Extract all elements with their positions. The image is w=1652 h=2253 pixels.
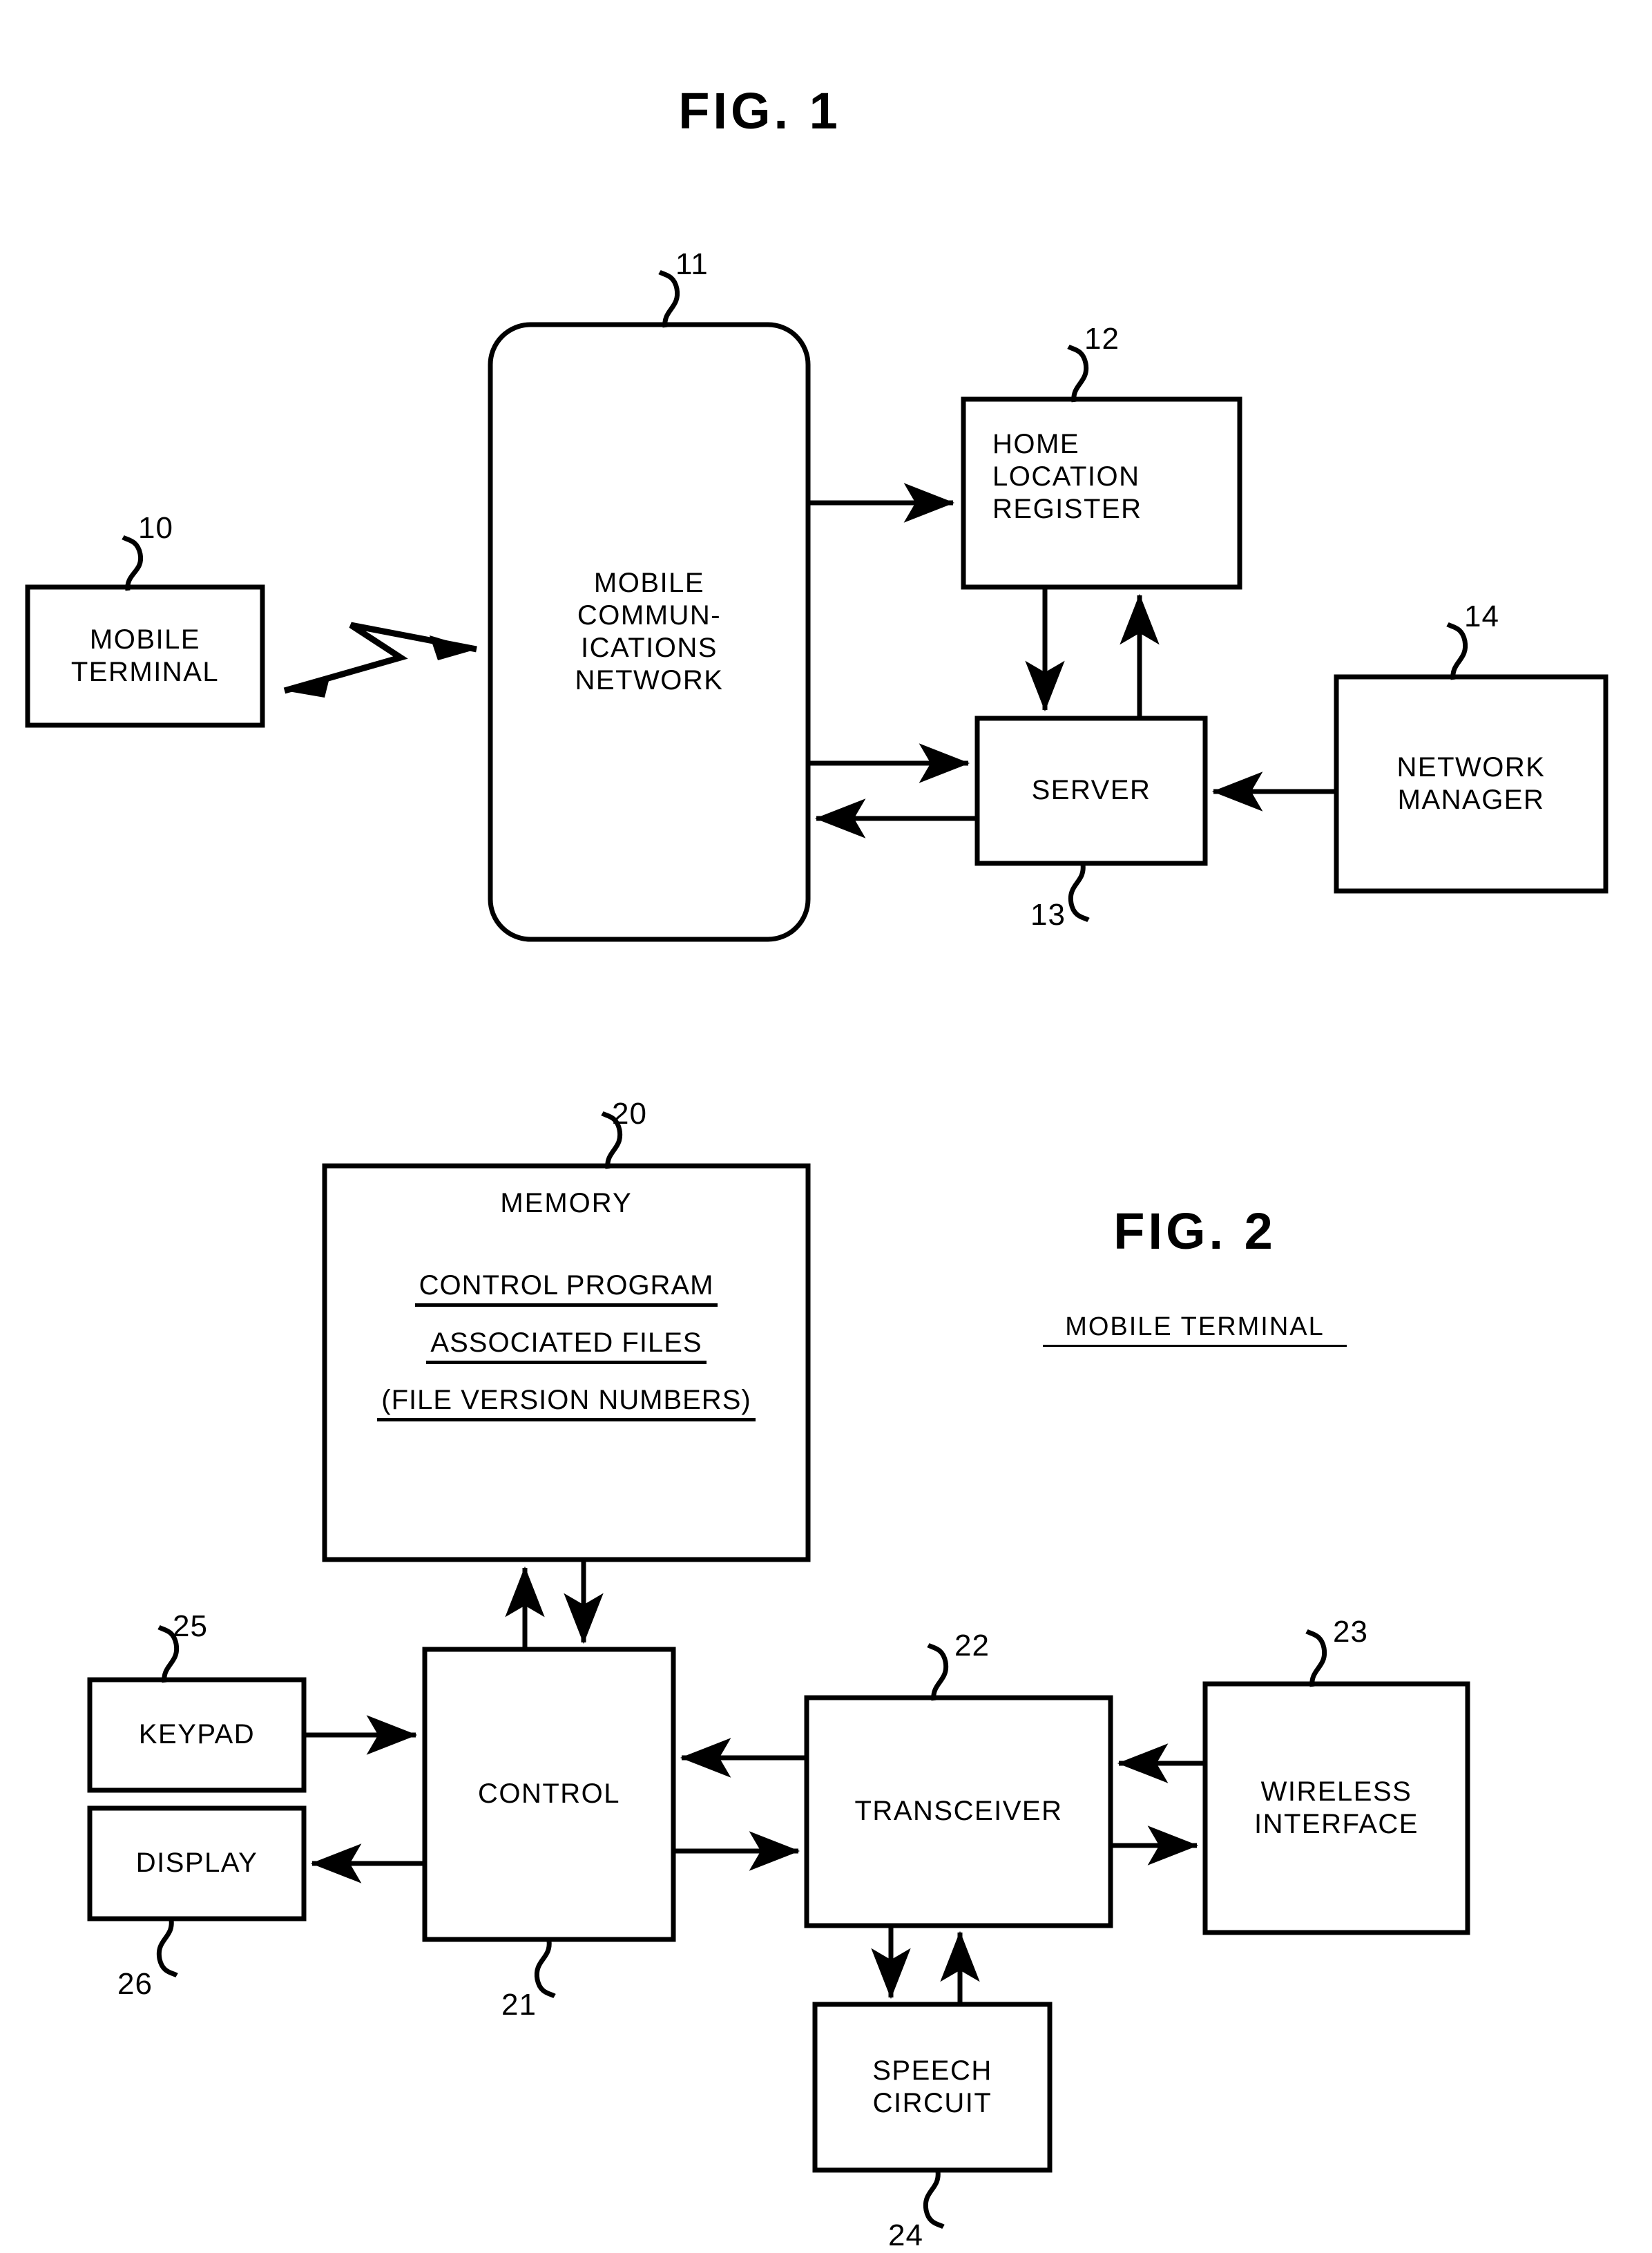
ref-number-24: 24 bbox=[888, 2218, 923, 2252]
ref-number-10: 10 bbox=[138, 511, 173, 545]
ref-number-13: 13 bbox=[1030, 898, 1066, 932]
node-memory: MEMORY CONTROL PROGRAM ASSOCIATED FILES … bbox=[325, 1166, 808, 1560]
figure-2-title: FIG. 2 bbox=[1113, 1202, 1276, 1260]
display-label: DISPLAY bbox=[135, 1848, 258, 1879]
node-mobile-communications-network: MOBILE COMMUN- ICATIONS NETWORK bbox=[490, 325, 808, 939]
network-label-line-3: ICATIONS bbox=[581, 633, 718, 663]
figure-2-subtitle: MOBILE TERMINAL bbox=[1043, 1312, 1347, 1347]
hlr-label-line-3: REGISTER bbox=[992, 494, 1142, 525]
hlr-label-line-2: LOCATION bbox=[992, 461, 1140, 492]
node-display: DISPLAY bbox=[90, 1808, 304, 1919]
ref-number-21: 21 bbox=[501, 1988, 537, 2022]
network-manager-label-line-1: NETWORK bbox=[1396, 751, 1546, 783]
server-label: SERVER bbox=[1031, 775, 1151, 806]
keypad-label: KEYPAD bbox=[138, 1719, 256, 1750]
memory-title: MEMORY bbox=[500, 1188, 633, 1218]
node-speech-circuit: SPEECH CIRCUIT bbox=[815, 2004, 1050, 2170]
speech-circuit-label-line-1: SPEECH bbox=[872, 2055, 992, 2086]
network-label-line-4: NETWORK bbox=[575, 665, 724, 696]
leader-26 bbox=[156, 1919, 178, 1978]
leader-12 bbox=[1067, 344, 1089, 403]
figure-2-subtitle-text: MOBILE TERMINAL bbox=[1043, 1312, 1347, 1347]
node-transceiver: TRANSCEIVER bbox=[807, 1698, 1111, 1926]
mobile-terminal-label-line-1: MOBILE bbox=[89, 624, 201, 655]
control-label: CONTROL bbox=[477, 1779, 621, 1810]
node-wireless-interface: WIRELESS INTERFACE bbox=[1205, 1684, 1468, 1933]
network-label-line-2: COMMUN- bbox=[577, 600, 722, 631]
ref-number-23: 23 bbox=[1333, 1615, 1368, 1649]
hlr-label-line-1: HOME bbox=[992, 429, 1079, 459]
node-network-manager: NETWORK MANAGER bbox=[1336, 677, 1606, 891]
leader-14 bbox=[1446, 622, 1468, 680]
wireless-interface-label-line-2: INTERFACE bbox=[1254, 1809, 1419, 1839]
leader-24 bbox=[923, 2171, 945, 2230]
node-control: CONTROL bbox=[425, 1649, 673, 1939]
leader-13 bbox=[1068, 864, 1090, 923]
node-mobile-terminal: MOBILE TERMINAL bbox=[28, 587, 262, 725]
mobile-terminal-label-line-2: TERMINAL bbox=[70, 657, 220, 687]
ref-number-20: 20 bbox=[612, 1097, 647, 1131]
wireless-interface-label-line-1: WIRELESS bbox=[1260, 1776, 1412, 1807]
leader-11 bbox=[658, 269, 680, 328]
network-label-line-1: MOBILE bbox=[593, 567, 705, 598]
node-home-location-register: HOME LOCATION REGISTER bbox=[977, 428, 1240, 526]
memory-item-associated-files: ASSOCIATED FILES bbox=[426, 1327, 707, 1364]
node-server: SERVER bbox=[977, 718, 1205, 863]
ref-number-26: 26 bbox=[117, 1967, 153, 2001]
leader-21 bbox=[534, 1940, 556, 1999]
node-keypad: KEYPAD bbox=[90, 1680, 304, 1790]
leader-22 bbox=[927, 1642, 949, 1701]
figure-1-title: FIG. 1 bbox=[678, 82, 841, 140]
edge-wireless-link bbox=[283, 622, 477, 698]
speech-circuit-label-line-2: CIRCUIT bbox=[872, 2088, 992, 2118]
ref-number-14: 14 bbox=[1464, 600, 1499, 633]
network-manager-label-line-2: MANAGER bbox=[1397, 785, 1545, 815]
memory-item-control-program: CONTROL PROGRAM bbox=[414, 1270, 718, 1307]
ref-number-12: 12 bbox=[1084, 322, 1120, 356]
leader-23 bbox=[1305, 1629, 1327, 1687]
memory-item-file-version-numbers: (FILE VERSION NUMBERS) bbox=[377, 1385, 756, 1421]
ref-number-22: 22 bbox=[954, 1629, 990, 1662]
patent-drawing-sheet: FIG. 1 10 11 12 13 14 MOBILE TERMINAL MO… bbox=[0, 0, 1652, 2252]
transceiver-label: TRANSCEIVER bbox=[854, 1796, 1063, 1827]
ref-number-11: 11 bbox=[675, 247, 709, 281]
ref-number-25: 25 bbox=[173, 1609, 208, 1643]
